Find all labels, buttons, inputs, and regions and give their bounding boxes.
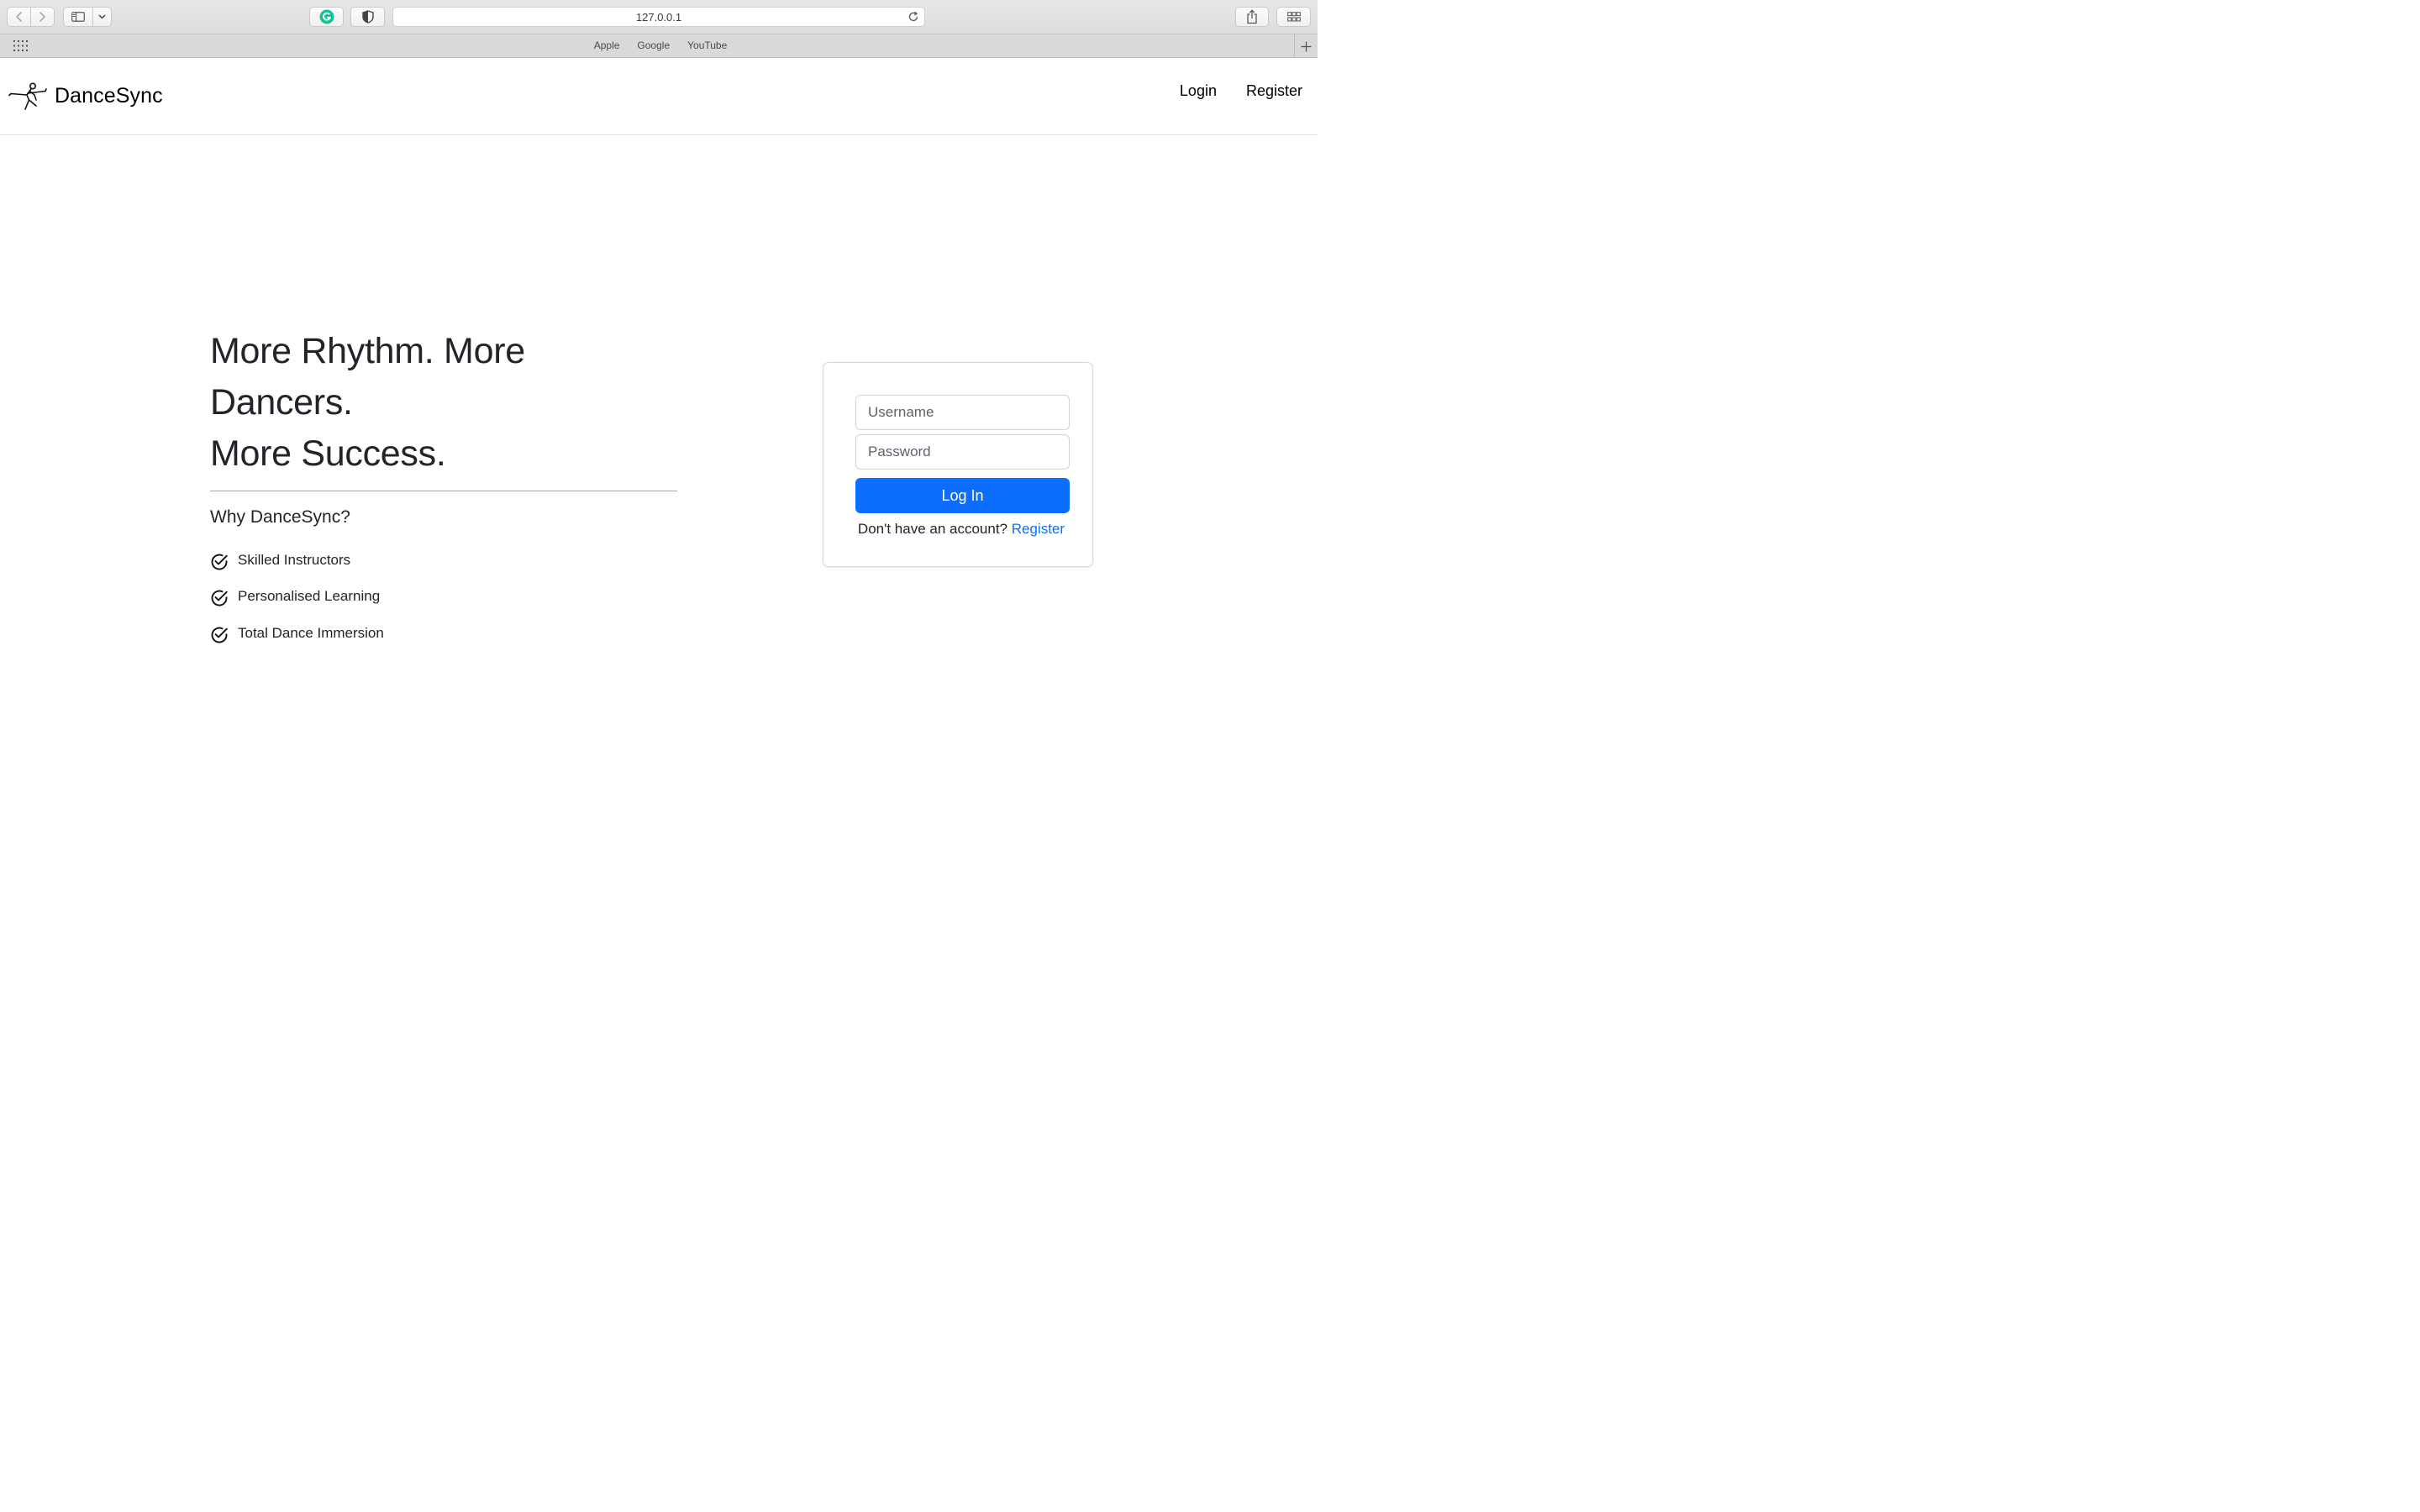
feature-item: Total Dance Immersion bbox=[210, 615, 677, 652]
grammarly-icon bbox=[319, 9, 334, 24]
username-input[interactable] bbox=[855, 395, 1070, 430]
back-button[interactable] bbox=[8, 8, 30, 26]
browser-toolbar: 127.0.0.1 bbox=[0, 0, 1318, 34]
shield-icon bbox=[361, 10, 374, 24]
favorites-links: Apple Google YouTube bbox=[0, 39, 1318, 51]
feature-list: Skilled Instructors Personalised Learnin… bbox=[210, 542, 677, 652]
feature-label: Total Dance Immersion bbox=[238, 624, 384, 641]
feature-item: Personalised Learning bbox=[210, 579, 677, 616]
nav-register-link[interactable]: Register bbox=[1246, 82, 1302, 100]
sidebar-toggle-button[interactable] bbox=[64, 8, 94, 26]
hero-title-line-1: More Rhythm. More Dancers. bbox=[210, 331, 525, 423]
sidebar-icon bbox=[71, 12, 86, 22]
brand-link[interactable]: DanceSync bbox=[8, 81, 163, 111]
check-circle-icon bbox=[211, 590, 228, 606]
grammarly-extension-button[interactable] bbox=[309, 7, 344, 27]
feature-label: Skilled Instructors bbox=[238, 551, 351, 568]
brand-name: DanceSync bbox=[55, 83, 163, 108]
why-heading: Why DanceSync? bbox=[210, 507, 350, 527]
login-button[interactable]: Log In bbox=[855, 478, 1070, 513]
hero-title: More Rhythm. More Dancers. More Success. bbox=[210, 326, 677, 480]
chevron-right-icon bbox=[39, 11, 46, 23]
no-account-text: Don't have an account? bbox=[857, 521, 1008, 537]
register-link[interactable]: Register bbox=[1012, 521, 1065, 537]
dancer-logo-icon bbox=[8, 82, 47, 110]
sidebar-dropdown-button[interactable] bbox=[93, 8, 111, 26]
address-url: 127.0.0.1 bbox=[635, 10, 682, 24]
feature-label: Personalised Learning bbox=[238, 588, 381, 605]
favorite-link-youtube[interactable]: YouTube bbox=[684, 39, 727, 51]
sidebar-toggle-group bbox=[63, 7, 112, 27]
favorite-link-apple[interactable]: Apple bbox=[591, 39, 620, 51]
share-icon bbox=[1247, 9, 1257, 24]
login-card: Log In Don't have an account? Register bbox=[823, 362, 1093, 567]
chevron-left-icon bbox=[15, 11, 22, 23]
new-tab-button[interactable] bbox=[1294, 34, 1318, 58]
password-input[interactable] bbox=[855, 434, 1070, 470]
forward-button[interactable] bbox=[31, 8, 54, 26]
check-circle-icon bbox=[211, 627, 228, 643]
history-nav-group bbox=[7, 7, 55, 27]
address-bar[interactable]: 127.0.0.1 bbox=[392, 7, 925, 27]
share-button[interactable] bbox=[1235, 7, 1269, 27]
tab-overview-button[interactable] bbox=[1276, 7, 1311, 27]
hero-section: More Rhythm. More Dancers. More Success.… bbox=[210, 326, 677, 652]
hero-title-line-2: More Success. bbox=[210, 433, 446, 474]
chevron-down-icon bbox=[98, 14, 106, 19]
check-circle-icon bbox=[211, 554, 228, 570]
feature-item: Skilled Instructors bbox=[210, 542, 677, 579]
signup-prompt: Don't have an account? Register bbox=[823, 521, 1092, 538]
nav-login-link[interactable]: Login bbox=[1180, 82, 1217, 100]
site-navbar: DanceSync Login Register bbox=[0, 58, 1318, 135]
tab-overview-icon bbox=[1286, 12, 1301, 22]
favorite-link-google[interactable]: Google bbox=[634, 39, 670, 51]
privacy-extension-button[interactable] bbox=[350, 7, 385, 27]
reload-icon[interactable] bbox=[908, 11, 919, 23]
plus-icon bbox=[1301, 41, 1312, 51]
header-nav: Login Register bbox=[1180, 82, 1302, 100]
favorites-bar: Apple Google YouTube bbox=[0, 34, 1318, 58]
